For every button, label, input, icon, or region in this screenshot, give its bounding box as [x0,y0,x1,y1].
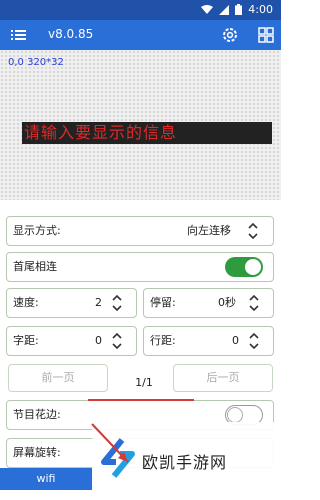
clock-time: 4:00 [248,3,273,16]
grid-icon[interactable] [257,26,275,48]
settings-panel: 显示方式: 向左连移 首尾相连 速度: 2 停留: 0秒 字距: 0 行距: 0 [0,200,281,500]
wifi-signal-icon [201,4,214,15]
menu-icon[interactable] [10,26,28,44]
app-bar: v8.0.85 [0,20,281,50]
battery-icon [235,4,243,15]
status-bar: 4:00 [0,0,281,20]
annotation-arrow [91,423,129,463]
led-preview[interactable]: 0,0 320*32 请输入要显示的信息 [0,50,281,200]
cell-signal-icon [219,4,230,15]
coordinate-readout: 0,0 320*32 [8,57,64,68]
led-message[interactable]: 请输入要显示的信息 [22,122,272,144]
gear-icon[interactable] [221,26,239,48]
status-icons: 4:00 [201,3,273,16]
app-title: v8.0.85 [48,27,94,41]
